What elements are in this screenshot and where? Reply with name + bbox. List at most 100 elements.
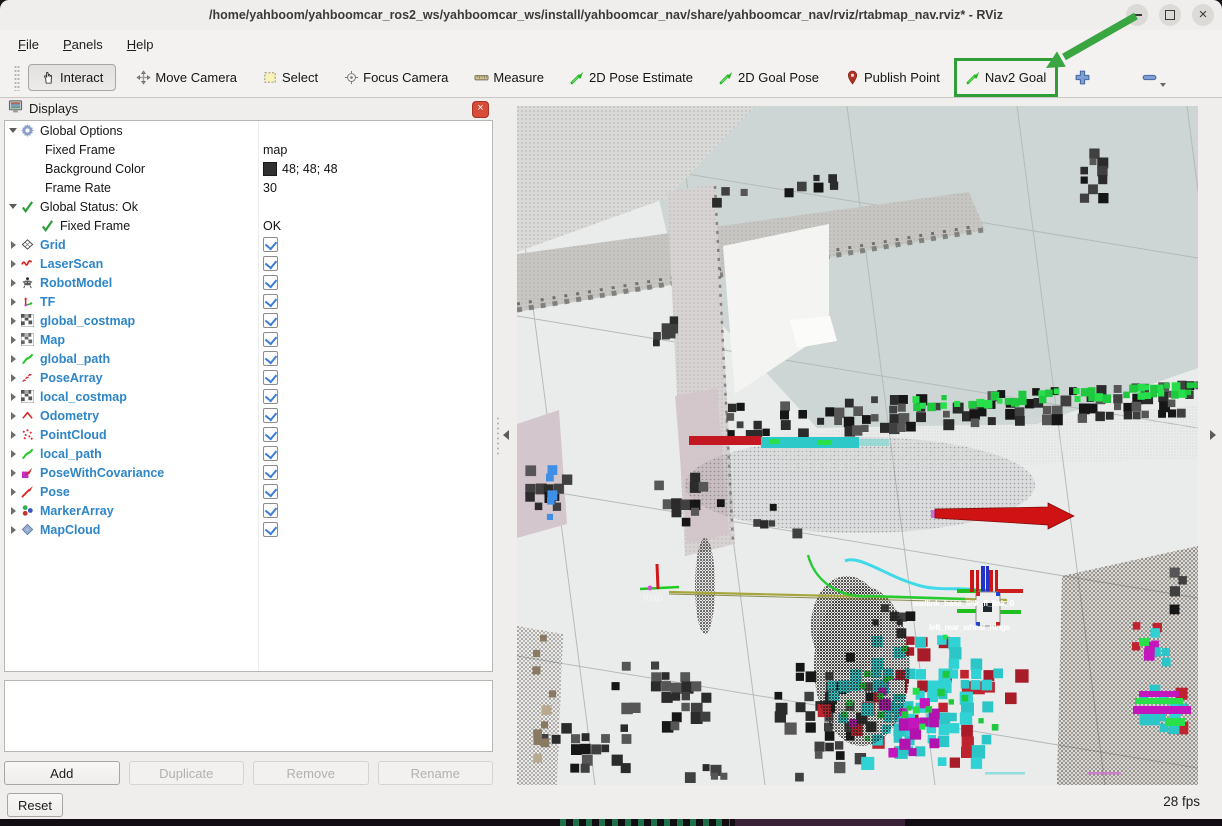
visibility-checkbox[interactable] bbox=[263, 313, 278, 328]
display-row-laserscan[interactable]: LaserScan bbox=[5, 254, 492, 273]
display-row-pose[interactable]: Pose bbox=[5, 482, 492, 501]
thin-obstacle-streak bbox=[695, 538, 715, 634]
display-row-local-path[interactable]: local_path bbox=[5, 444, 492, 463]
add-display-button[interactable]: Add bbox=[4, 761, 120, 785]
tree-group-global-status-ok[interactable]: Global Status: Ok bbox=[5, 197, 492, 216]
tree-prop-fixed-frame[interactable]: Fixed Framemap bbox=[5, 140, 492, 159]
remove-display-button[interactable]: Remove bbox=[253, 761, 369, 785]
visibility-checkbox[interactable] bbox=[263, 370, 278, 385]
publish-point-pin-icon bbox=[845, 70, 860, 85]
tree-prop-background-color[interactable]: Background Color48; 48; 48 bbox=[5, 159, 492, 178]
expander-collapsed-icon[interactable] bbox=[5, 355, 21, 363]
visibility-checkbox[interactable] bbox=[263, 237, 278, 252]
menu-item-file[interactable]: File bbox=[6, 34, 51, 55]
reset-button[interactable]: Reset bbox=[7, 793, 63, 817]
display-row-local-costmap[interactable]: local_costmap bbox=[5, 387, 492, 406]
3d-viewport[interactable]: map bbox=[517, 106, 1198, 785]
tool-focus-camera-button[interactable]: Focus Camera bbox=[338, 65, 454, 90]
display-row-global-path[interactable]: global_path bbox=[5, 349, 492, 368]
display-row-markerarray[interactable]: MarkerArray bbox=[5, 501, 492, 520]
tool-publish-point-button[interactable]: Publish Point bbox=[839, 65, 946, 90]
property-value bbox=[263, 237, 278, 252]
expander-collapsed-icon[interactable] bbox=[5, 431, 21, 439]
menu-item-help[interactable]: Help bbox=[115, 34, 166, 55]
posearray-icon bbox=[21, 371, 40, 384]
collapse-left-panel-arrow[interactable] bbox=[503, 430, 509, 440]
duplicate-display-button[interactable]: Duplicate bbox=[129, 761, 245, 785]
expander-collapsed-icon[interactable] bbox=[5, 450, 21, 458]
display-row-mapcloud[interactable]: MapCloud bbox=[5, 520, 492, 539]
expander-collapsed-icon[interactable] bbox=[5, 469, 21, 477]
property-value bbox=[263, 256, 278, 271]
toolbar-drag-handle[interactable] bbox=[14, 65, 20, 91]
tool-nav2-goal-button[interactable]: Nav2 Goal bbox=[960, 65, 1052, 90]
visibility-checkbox[interactable] bbox=[263, 522, 278, 537]
display-row-grid[interactable]: Grid bbox=[5, 235, 492, 254]
visibility-checkbox[interactable] bbox=[263, 332, 278, 347]
tool-2d-pose-estimate-button[interactable]: 2D Pose Estimate bbox=[564, 65, 699, 90]
remove-tool-button[interactable] bbox=[1141, 69, 1166, 87]
main-area: Displays × Global OptionsFixed FramemapB… bbox=[0, 98, 1222, 788]
visibility-checkbox[interactable] bbox=[263, 465, 278, 480]
displays-panel-icon bbox=[8, 99, 23, 119]
green-arrow-icon bbox=[966, 70, 981, 85]
visibility-checkbox[interactable] bbox=[263, 351, 278, 366]
tool-measure-button[interactable]: Measure bbox=[468, 65, 550, 90]
menu-item-panels[interactable]: Panels bbox=[51, 34, 115, 55]
expander-collapsed-icon[interactable] bbox=[5, 488, 21, 496]
tool-select-button[interactable]: Select bbox=[257, 65, 324, 90]
display-row-tf[interactable]: TF bbox=[5, 292, 492, 311]
expander-collapsed-icon[interactable] bbox=[5, 241, 21, 249]
close-button[interactable]: × bbox=[1192, 4, 1214, 26]
expander-expanded-icon[interactable] bbox=[5, 128, 21, 133]
property-value: 48; 48; 48 bbox=[263, 162, 338, 176]
display-row-map[interactable]: Map bbox=[5, 330, 492, 349]
display-row-posewithcovariance[interactable]: PoseWithCovariance bbox=[5, 463, 492, 482]
minimize-button[interactable] bbox=[1126, 4, 1148, 26]
expander-collapsed-icon[interactable] bbox=[5, 412, 21, 420]
visibility-checkbox[interactable] bbox=[263, 256, 278, 271]
visibility-checkbox[interactable] bbox=[263, 446, 278, 461]
tf-frame-map-label: map bbox=[643, 593, 663, 604]
displays-panel-header[interactable]: Displays × bbox=[4, 98, 493, 119]
visibility-checkbox[interactable] bbox=[263, 294, 278, 309]
visibility-checkbox[interactable] bbox=[263, 427, 278, 442]
displays-tree: Global OptionsFixed FramemapBackground C… bbox=[4, 120, 493, 672]
maximize-button[interactable] bbox=[1159, 4, 1181, 26]
visibility-checkbox[interactable] bbox=[263, 503, 278, 518]
visibility-checkbox[interactable] bbox=[263, 484, 278, 499]
title-bar[interactable]: /home/yahboom/yahboomcar_ros2_ws/yahboom… bbox=[0, 0, 1222, 31]
expander-collapsed-icon[interactable] bbox=[5, 279, 21, 287]
tree-group-global-options[interactable]: Global Options bbox=[5, 121, 492, 140]
tool-button-label: 2D Pose Estimate bbox=[589, 70, 693, 85]
tool-move-camera-button[interactable]: Move Camera bbox=[130, 65, 243, 90]
add-tool-button[interactable] bbox=[1074, 69, 1091, 86]
rename-display-button[interactable]: Rename bbox=[378, 761, 494, 785]
expander-collapsed-icon[interactable] bbox=[5, 298, 21, 306]
tool-button-label: Nav2 Goal bbox=[985, 70, 1046, 85]
splitter-handle[interactable] bbox=[496, 416, 500, 456]
display-row-global-costmap[interactable]: global_costmap bbox=[5, 311, 492, 330]
expander-expanded-icon[interactable] bbox=[5, 204, 21, 209]
expander-collapsed-icon[interactable] bbox=[5, 374, 21, 382]
displays-panel-close-button[interactable]: × bbox=[472, 101, 489, 118]
tree-prop-frame-rate[interactable]: Frame Rate30 bbox=[5, 178, 492, 197]
visibility-checkbox[interactable] bbox=[263, 275, 278, 290]
visibility-checkbox[interactable] bbox=[263, 389, 278, 404]
dropdown-caret-icon bbox=[1160, 83, 1166, 87]
display-row-odometry[interactable]: Odometry bbox=[5, 406, 492, 425]
expander-collapsed-icon[interactable] bbox=[5, 260, 21, 268]
expander-collapsed-icon[interactable] bbox=[5, 393, 21, 401]
display-row-robotmodel[interactable]: RobotModel bbox=[5, 273, 492, 292]
tool-2d-goal-pose-button[interactable]: 2D Goal Pose bbox=[713, 65, 825, 90]
visibility-checkbox[interactable] bbox=[263, 408, 278, 423]
expander-collapsed-icon[interactable] bbox=[5, 317, 21, 325]
expander-collapsed-icon[interactable] bbox=[5, 507, 21, 515]
display-row-pointcloud[interactable]: PointCloud bbox=[5, 425, 492, 444]
display-row-posearray[interactable]: PoseArray bbox=[5, 368, 492, 387]
tree-status-fixed-frame[interactable]: Fixed FrameOK bbox=[5, 216, 492, 235]
expander-collapsed-icon[interactable] bbox=[5, 526, 21, 534]
tool-interact-button[interactable]: Interact bbox=[28, 64, 116, 91]
expander-collapsed-icon[interactable] bbox=[5, 336, 21, 344]
collapse-right-panel-arrow[interactable] bbox=[1210, 430, 1216, 440]
